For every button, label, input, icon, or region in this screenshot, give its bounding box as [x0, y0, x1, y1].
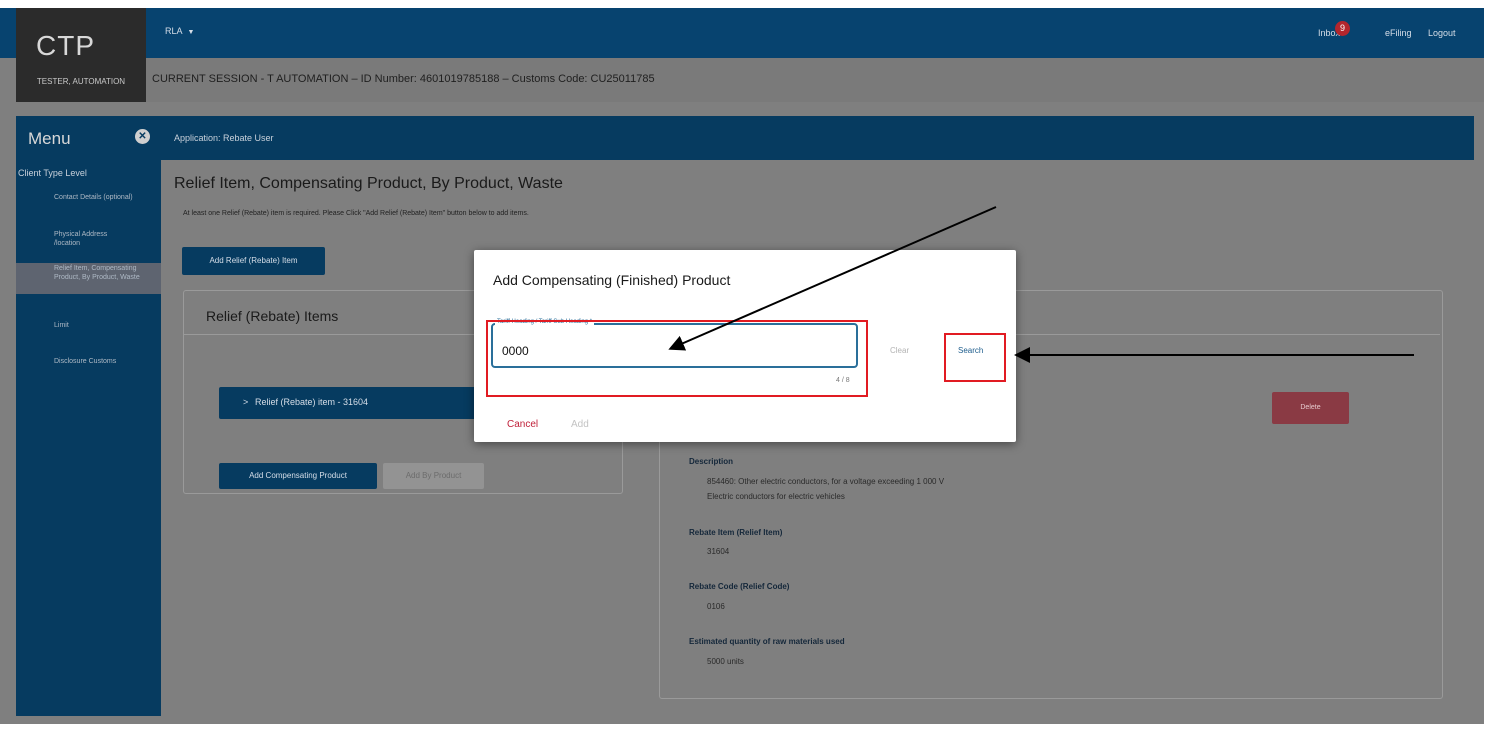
- rebate-code-label: Rebate Code (Relief Code): [689, 582, 790, 591]
- clear-button[interactable]: Clear: [890, 346, 909, 355]
- add-compensating-product-button[interactable]: Add Compensating Product: [219, 463, 377, 489]
- menu-level-heading: Client Type Level: [18, 168, 87, 178]
- estimated-quantity-label: Estimated quantity of raw materials used: [689, 637, 845, 646]
- add-relief-item-button[interactable]: Add Relief (Rebate) Item: [182, 247, 325, 275]
- dialog-title: Add Compensating (Finished) Product: [493, 272, 731, 288]
- chevron-down-icon: ▼: [187, 29, 195, 36]
- sidebar-item-limit[interactable]: Limit: [54, 321, 69, 330]
- top-bar: RLA ▼ Inbox 9 eFiling Logout: [0, 8, 1484, 58]
- session-info: CURRENT SESSION - T AUTOMATION – ID Numb…: [152, 73, 655, 85]
- instruction-text: At least one Relief (Rebate) item is req…: [183, 210, 529, 217]
- relief-items-title: Relief (Rebate) Items: [206, 308, 339, 324]
- logo-block: CTP TESTER, AUTOMATION: [16, 8, 146, 102]
- sidebar-menu: Menu ✕ Client Type Level Contact Details…: [16, 116, 161, 716]
- estimated-quantity-value: 5000 units: [707, 657, 744, 666]
- session-bar: CURRENT SESSION - T AUTOMATION – ID Numb…: [146, 58, 1484, 102]
- page-title: Relief Item, Compensating Product, By Pr…: [174, 175, 563, 192]
- sidebar-item-contact-details[interactable]: Contact Details (optional): [54, 193, 134, 202]
- sidebar-item-disclosure-customs[interactable]: Disclosure Customs: [54, 357, 116, 366]
- rebate-code-value: 0106: [707, 602, 725, 611]
- highlight-box-search: [944, 333, 1006, 382]
- application-header: Application: Rebate User: [161, 116, 1474, 160]
- role-label: RLA: [165, 26, 183, 36]
- delete-button[interactable]: Delete: [1272, 392, 1349, 424]
- menu-title: Menu: [28, 129, 71, 148]
- user-name: TESTER, AUTOMATION: [36, 77, 126, 86]
- description-label: Description: [689, 457, 734, 466]
- application-title: Application: Rebate User: [174, 133, 274, 143]
- highlight-box-tariff: [486, 320, 868, 397]
- logout-link[interactable]: Logout: [1428, 28, 1456, 38]
- description-value: 854460: Other electric conductors, for a…: [707, 477, 945, 486]
- relief-item-label: Relief (Rebate) item - 31604: [255, 397, 369, 407]
- efiling-link[interactable]: eFiling: [1385, 28, 1412, 38]
- sidebar-item-physical-address[interactable]: Physical Address /location: [54, 230, 134, 248]
- relief-item-expander[interactable]: > Relief (Rebate) item - 31604: [219, 387, 479, 419]
- inbox-count-badge: 9: [1335, 21, 1350, 36]
- add-button: Add: [571, 419, 589, 430]
- chevron-right-icon: >: [243, 397, 249, 407]
- rebate-item-value: 31604: [707, 547, 730, 556]
- cancel-button[interactable]: Cancel: [507, 419, 538, 430]
- description-value-2: Electric conductors for electric vehicle…: [707, 492, 845, 501]
- menu-header: Menu ✕: [16, 116, 161, 160]
- role-dropdown[interactable]: RLA ▼: [165, 26, 194, 36]
- sidebar-item-relief-item[interactable]: Relief Item, Compensating Product, By Pr…: [54, 264, 154, 291]
- menu-toggle-icon[interactable]: ✕: [135, 129, 150, 144]
- rebate-item-label: Rebate Item (Relief Item): [689, 528, 783, 537]
- logo: CTP: [36, 30, 95, 61]
- add-by-product-button: Add By Product: [383, 463, 484, 489]
